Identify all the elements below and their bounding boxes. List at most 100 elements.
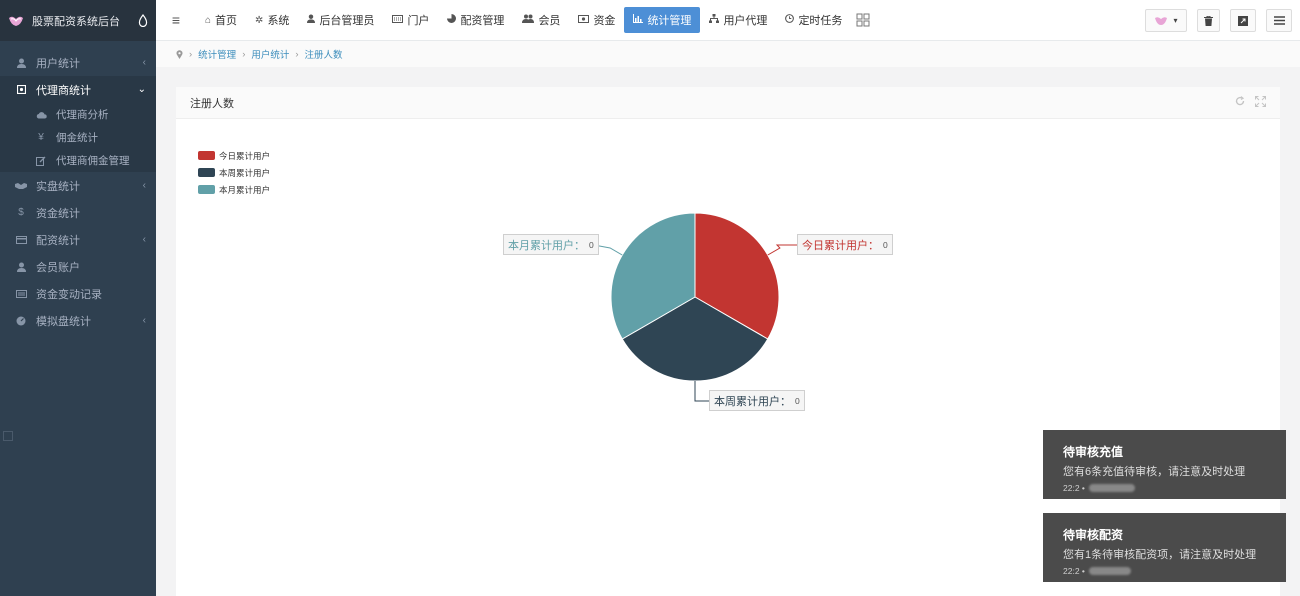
- settings-menu-button[interactable]: [1266, 9, 1292, 32]
- tab-admins[interactable]: 后台管理员: [298, 7, 383, 33]
- sidebar-item-sim-stats[interactable]: 模拟盘统计 ‹: [0, 307, 156, 334]
- sidebar-item-agent-analysis[interactable]: 代理商分析: [0, 103, 156, 126]
- tab-label: 定时任务: [798, 15, 843, 27]
- tab-statistics[interactable]: 统计管理: [624, 7, 701, 33]
- pie-icon: [447, 14, 457, 26]
- sidebar-resize-handle[interactable]: [3, 431, 13, 441]
- legend-item[interactable]: 今日累计用户: [198, 147, 270, 164]
- notification-toast[interactable]: 待审核充值 您有6条充值待审核，请注意及时处理 22:2 •: [1043, 430, 1286, 499]
- refresh-icon[interactable]: [1235, 96, 1245, 106]
- toolbar-right: ▾: [1145, 9, 1292, 32]
- slice-label: 本月累计用户： 0: [503, 234, 599, 255]
- slice-label-name: 本周累计用户: [714, 395, 780, 408]
- toast-time-text: 22:2: [1063, 566, 1080, 576]
- cloud-icon: [34, 111, 48, 119]
- sidebar-item-live-stats[interactable]: 实盘统计 ‹: [0, 172, 156, 199]
- toast-title: 待审核充值: [1063, 445, 1124, 459]
- sidebar-item-label: 资金统计: [36, 207, 80, 220]
- legend-swatch: [198, 185, 215, 194]
- keyboard-icon: [392, 14, 404, 26]
- tab-label: 系统: [267, 15, 290, 27]
- breadcrumb-separator: ›: [189, 48, 193, 60]
- user-icon: [14, 262, 28, 272]
- edit-icon: [34, 156, 48, 166]
- panel-title: 注册人数: [190, 97, 234, 110]
- menu-toggle-icon[interactable]: ≡: [156, 0, 196, 41]
- list-menu-icon: [1273, 16, 1285, 25]
- sidebar-item-member-accounts[interactable]: 会员账户: [0, 253, 156, 280]
- panel-header: 注册人数: [176, 87, 1280, 119]
- gauge-icon: [14, 316, 28, 326]
- slice-label-value: 0: [589, 239, 594, 250]
- user-icon: [14, 58, 28, 68]
- sidebar-item-label: 会员账户: [36, 261, 80, 274]
- expand-icon[interactable]: [1255, 96, 1266, 107]
- fullscreen-button[interactable]: [1230, 9, 1256, 32]
- tab-scheduled-tasks[interactable]: 定时任务: [776, 7, 851, 33]
- money-icon: [578, 14, 590, 26]
- slice-label: 今日累计用户： 0: [797, 234, 893, 255]
- clear-cache-button[interactable]: [1197, 9, 1220, 32]
- apps-grid-icon[interactable]: [855, 12, 871, 28]
- tab-user-agent[interactable]: 用户代理: [700, 7, 776, 33]
- sidebar-item-fund-stats[interactable]: $ 资金统计: [0, 199, 156, 226]
- legend-item[interactable]: 本月累计用户: [198, 181, 270, 198]
- chevron-left-icon: ‹: [142, 180, 146, 191]
- label-separator: ：: [868, 239, 879, 252]
- sidebar-item-margin-stats[interactable]: 配资统计 ‹: [0, 226, 156, 253]
- tab-label: 门户: [407, 15, 430, 27]
- sidebar: 股票配资系统后台 用户统计 ‹ 代理商统计 ⌄ 代理商分析 ¥ 佣金统计 代理商…: [0, 0, 156, 596]
- slice-label-value: 0: [795, 395, 800, 406]
- notification-toast[interactable]: 待审核配资 您有1条待审核配资项，请注意及时处理 22:2 •: [1043, 513, 1286, 582]
- brand: 股票配资系统后台: [0, 0, 156, 41]
- square-icon: [14, 85, 28, 94]
- tab-label: 统计管理: [647, 15, 692, 27]
- slice-label-value: 0: [883, 239, 888, 250]
- home-icon: ⌂: [205, 14, 212, 26]
- sidebar-item-agent-commission-mgmt[interactable]: 代理商佣金管理: [0, 149, 156, 172]
- tab-portal[interactable]: 门户: [383, 7, 438, 33]
- sidebar-item-label: 实盘统计: [36, 180, 80, 193]
- tab-label: 配资管理: [460, 15, 505, 27]
- avatar-icon: [1155, 16, 1168, 25]
- list-icon: [14, 289, 28, 298]
- expand-icon: [1238, 15, 1248, 26]
- legend-label: 本月累计用户: [219, 184, 271, 195]
- label-separator: ：: [574, 239, 585, 252]
- tab-members[interactable]: 会员: [513, 7, 569, 33]
- theme-drop-icon[interactable]: [138, 14, 148, 27]
- breadcrumb-item[interactable]: 注册人数: [305, 47, 343, 61]
- dollar-icon: $: [18, 207, 24, 218]
- top-navbar: ≡ ⌂ 首页 ✲ 系统 后台管理员 门户 配资管理 会员 资金 统计管理 用户代理 …: [156, 0, 1300, 41]
- sidebar-item-user-stats[interactable]: 用户统计 ‹: [0, 49, 156, 76]
- sidebar-item-commission-stats[interactable]: ¥ 佣金统计: [0, 126, 156, 149]
- legend-item[interactable]: 本周累计用户: [198, 164, 270, 181]
- user-icon: [307, 14, 316, 26]
- tab-funds[interactable]: 资金: [569, 7, 624, 33]
- tab-label: 用户代理: [723, 15, 768, 27]
- sidebar-item-label: 用户统计: [36, 57, 80, 70]
- breadcrumb-item[interactable]: 统计管理: [198, 47, 236, 61]
- clock-icon: [785, 14, 795, 26]
- sidebar-submenu: 代理商分析 ¥ 佣金统计 代理商佣金管理: [0, 103, 156, 172]
- sidebar-item-agent-stats[interactable]: 代理商统计 ⌄: [0, 76, 156, 103]
- toast-time: 22:2 •: [1063, 566, 1266, 576]
- legend-label: 今日累计用户: [219, 150, 271, 161]
- panel-tools: [1235, 96, 1266, 107]
- slice-label-name: 今日累计用户: [802, 239, 868, 252]
- caret-down-icon: ▾: [1173, 16, 1178, 25]
- toast-message: 您有6条充值待审核，请注意及时处理: [1063, 466, 1246, 478]
- slice-label: 本周累计用户： 0: [709, 390, 805, 411]
- tab-system[interactable]: ✲ 系统: [246, 7, 298, 33]
- legend-label: 本周累计用户: [219, 167, 271, 178]
- tab-home[interactable]: ⌂ 首页: [196, 7, 246, 33]
- chevron-left-icon: ‹: [142, 234, 146, 245]
- sidebar-item-fund-changes[interactable]: 资金变动记录: [0, 280, 156, 307]
- user-avatar-dropdown[interactable]: ▾: [1145, 9, 1187, 32]
- sidebar-item-label: 模拟盘统计: [36, 315, 91, 328]
- toast-time-text: 22:2: [1063, 483, 1080, 493]
- breadcrumb-item[interactable]: 用户统计: [251, 47, 289, 61]
- breadcrumb: › 统计管理 › 用户统计 › 注册人数: [156, 41, 1300, 67]
- tab-label: 后台管理员: [319, 15, 375, 27]
- tab-margin-mgmt[interactable]: 配资管理: [438, 7, 513, 33]
